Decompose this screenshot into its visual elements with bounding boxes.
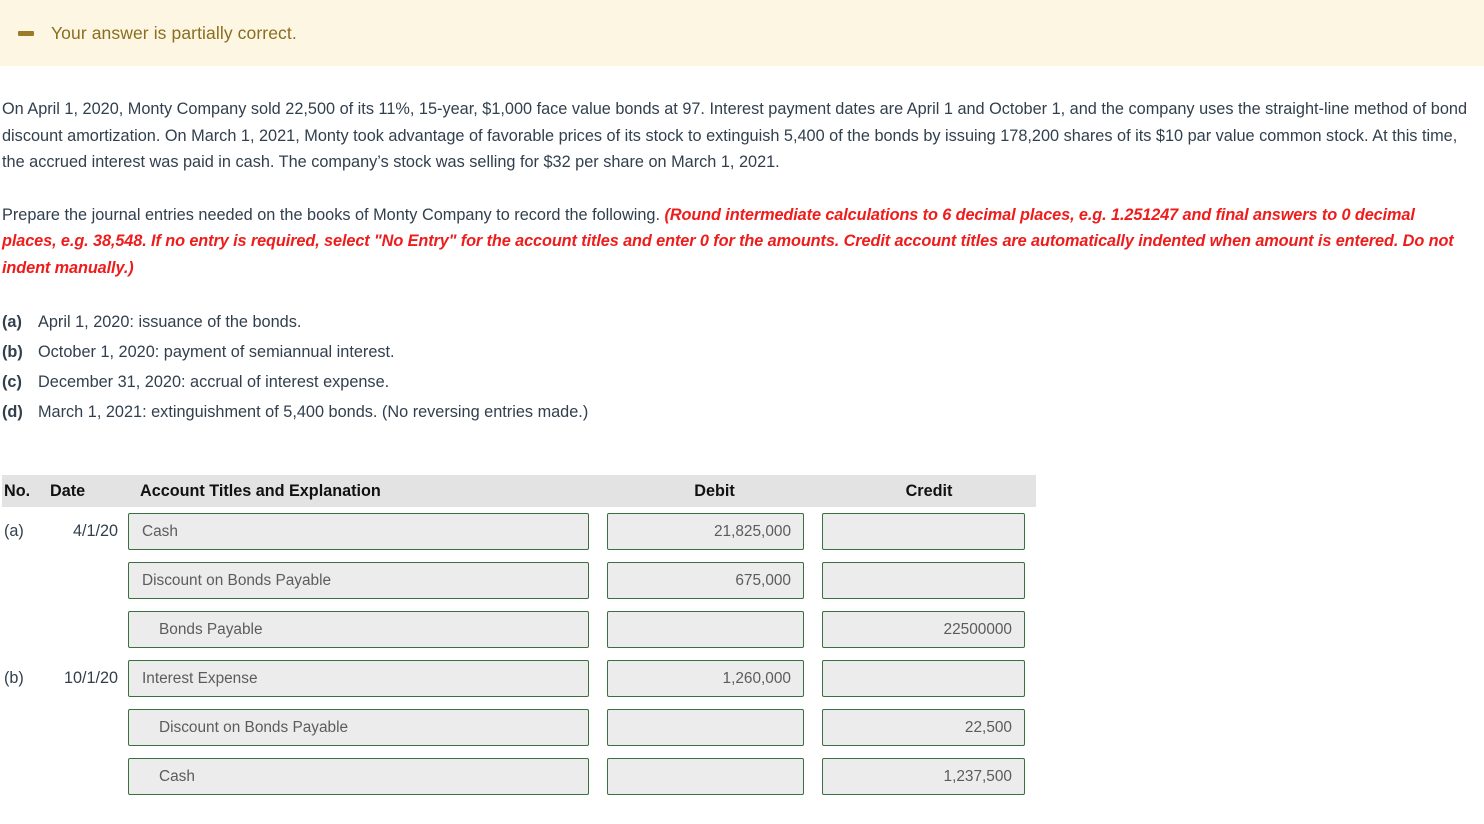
- credit-cell: [822, 562, 1036, 599]
- row-date: 10/1/20: [63, 669, 118, 687]
- credit-amount-input[interactable]: 22500000: [822, 611, 1025, 648]
- instruction-lead: Prepare the journal entries needed on th…: [2, 205, 660, 224]
- account-cell: Interest Expense: [128, 660, 607, 697]
- credit-amount-input[interactable]: [822, 562, 1025, 599]
- credit-cell: 22500000: [822, 611, 1036, 648]
- credit-cell: 22,500: [822, 709, 1036, 746]
- requirement-key: (c): [2, 373, 22, 391]
- status-banner-message: Your answer is partially correct.: [51, 22, 297, 43]
- requirement-key: (b): [2, 343, 23, 361]
- account-title-input[interactable]: Bonds Payable: [128, 611, 589, 648]
- row-no: (a): [4, 522, 24, 540]
- debit-cell: [607, 611, 822, 648]
- journal-table-header: No. Date Account Titles and Explanation …: [2, 475, 1036, 507]
- column-header-account: Account Titles and Explanation: [140, 481, 381, 500]
- account-title-input[interactable]: Discount on Bonds Payable: [128, 709, 589, 746]
- problem-statement: On April 1, 2020, Monty Company sold 22,…: [2, 100, 1468, 171]
- debit-amount-input[interactable]: [607, 758, 804, 795]
- account-cell: Bonds Payable: [128, 611, 607, 648]
- debit-cell: 675,000: [607, 562, 822, 599]
- debit-amount-input[interactable]: 21,825,000: [607, 513, 804, 550]
- requirement-item-a: (a) April 1, 2020: issuance of the bonds…: [2, 307, 1478, 337]
- account-cell: Discount on Bonds Payable: [128, 709, 607, 746]
- debit-amount-input[interactable]: [607, 611, 804, 648]
- account-title-input[interactable]: Cash: [128, 758, 589, 795]
- requirement-key: (a): [2, 313, 22, 331]
- debit-cell: [607, 709, 822, 746]
- debit-cell: [607, 758, 822, 795]
- credit-cell: [822, 660, 1036, 697]
- credit-amount-input[interactable]: 22,500: [822, 709, 1025, 746]
- requirement-text: April 1, 2020: issuance of the bonds.: [38, 313, 302, 331]
- account-cell: Cash: [128, 513, 607, 550]
- requirement-text: December 31, 2020: accrual of interest e…: [38, 373, 390, 391]
- status-banner: Your answer is partially correct.: [0, 0, 1484, 66]
- credit-amount-input[interactable]: [822, 660, 1025, 697]
- credit-cell: [822, 513, 1036, 550]
- debit-cell: 1,260,000: [607, 660, 822, 697]
- column-header-date: Date: [50, 481, 86, 500]
- table-row: Discount on Bonds Payable 675,000: [2, 556, 1036, 605]
- account-cell: Discount on Bonds Payable: [128, 562, 607, 599]
- debit-amount-input[interactable]: 1,260,000: [607, 660, 804, 697]
- credit-cell: 1,237,500: [822, 758, 1036, 795]
- row-no: (b): [4, 669, 24, 687]
- requirement-item-c: (c) December 31, 2020: accrual of intere…: [2, 367, 1478, 397]
- requirement-item-b: (b) October 1, 2020: payment of semiannu…: [2, 337, 1478, 367]
- requirement-key: (d): [2, 403, 23, 421]
- account-title-input[interactable]: Interest Expense: [128, 660, 589, 697]
- table-row: (a) 4/1/20 Cash 21,825,000: [2, 507, 1036, 556]
- instruction-paragraph: Prepare the journal entries needed on th…: [2, 202, 1472, 282]
- table-row: Discount on Bonds Payable 22,500: [2, 703, 1036, 752]
- journal-entry-table: No. Date Account Titles and Explanation …: [2, 475, 1036, 801]
- requirement-text: March 1, 2021: extinguishment of 5,400 b…: [38, 403, 589, 421]
- table-row: Bonds Payable 22500000: [2, 605, 1036, 654]
- account-cell: Cash: [128, 758, 607, 795]
- table-row: (b) 10/1/20 Interest Expense 1,260,000: [2, 654, 1036, 703]
- requirement-item-d: (d) March 1, 2021: extinguishment of 5,4…: [2, 397, 1478, 427]
- account-title-input[interactable]: Discount on Bonds Payable: [128, 562, 589, 599]
- debit-amount-input[interactable]: 675,000: [607, 562, 804, 599]
- column-header-no: No.: [4, 481, 31, 500]
- table-row: Cash 1,237,500: [2, 752, 1036, 801]
- row-date: 4/1/20: [72, 522, 118, 540]
- column-header-debit: Debit: [694, 481, 735, 500]
- credit-amount-input[interactable]: [822, 513, 1025, 550]
- page-content: On April 1, 2020, Monty Company sold 22,…: [0, 96, 1484, 801]
- debit-cell: 21,825,000: [607, 513, 822, 550]
- credit-amount-input[interactable]: 1,237,500: [822, 758, 1025, 795]
- debit-amount-input[interactable]: [607, 709, 804, 746]
- dash-icon: [18, 30, 34, 36]
- requirements-list: (a) April 1, 2020: issuance of the bonds…: [2, 307, 1478, 427]
- requirement-text: October 1, 2020: payment of semiannual i…: [38, 343, 395, 361]
- column-header-credit: Credit: [905, 481, 953, 500]
- account-title-input[interactable]: Cash: [128, 513, 589, 550]
